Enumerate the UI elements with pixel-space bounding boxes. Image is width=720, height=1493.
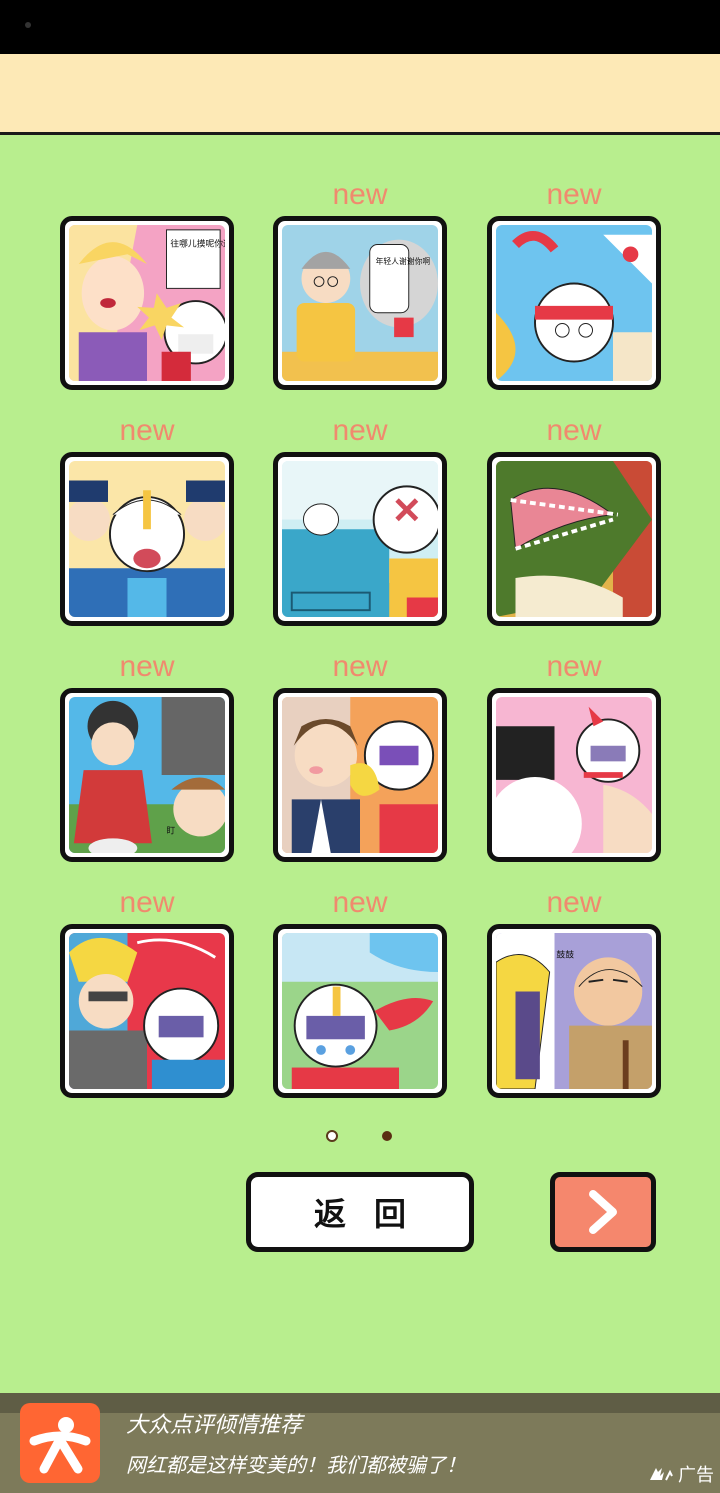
speech-bubble-2: 年轻人谢谢你啊 [376, 256, 431, 266]
comic-thumbnail-6 [496, 461, 652, 617]
speech-bubble-12: 鼓鼓 [556, 948, 574, 960]
level-card-3: new [487, 178, 661, 390]
comic-thumbnail-4 [69, 461, 225, 617]
new-badge: new [332, 178, 388, 211]
level-card-5: new [273, 414, 447, 626]
level-card-1: 往哪儿摸呢你这色狼 [60, 216, 234, 390]
level-card-2: new 年轻人谢谢你啊 [273, 178, 447, 390]
new-badge: new [332, 414, 388, 447]
new-badge: new [332, 886, 388, 919]
page-dot-1[interactable] [326, 1130, 338, 1142]
new-badge: new [119, 650, 175, 683]
level-card-8: new [273, 650, 447, 862]
level-card-7: new 盯 [60, 650, 234, 862]
comic-thumbnail-2: 年轻人谢谢你啊 [282, 225, 438, 381]
level-thumbnail-4[interactable] [60, 452, 234, 626]
new-badge: new [119, 414, 175, 447]
new-badge: new [546, 178, 602, 211]
back-button[interactable]: 返回 [246, 1172, 474, 1252]
new-badge: new [546, 414, 602, 447]
comic-thumbnail-3 [496, 225, 652, 381]
new-badge: new [332, 650, 388, 683]
new-badge: new [546, 886, 602, 919]
comic-thumbnail-8 [282, 697, 438, 853]
level-thumbnail-3[interactable] [487, 216, 661, 390]
level-select-screen: 往哪儿摸呢你这色狼 new 年轻人谢谢你啊 [0, 135, 720, 1393]
status-bar [0, 0, 720, 54]
page-dot-2-active[interactable] [382, 1131, 392, 1141]
new-badge: new [546, 650, 602, 683]
comic-thumbnail-11 [282, 933, 438, 1089]
level-thumbnail-6[interactable] [487, 452, 661, 626]
comic-thumbnail-12: 鼓鼓 [496, 933, 652, 1089]
comic-thumbnail-10 [69, 933, 225, 1089]
level-thumbnail-10[interactable] [60, 924, 234, 1098]
chevron-right-icon [589, 1190, 617, 1234]
level-card-6: new [487, 414, 661, 626]
ad-title[interactable]: 大众点评倾情推荐 [126, 1407, 302, 1439]
comic-thumbnail-9 [496, 697, 652, 853]
level-thumbnail-11[interactable] [273, 924, 447, 1098]
dianping-logo-icon[interactable] [20, 1403, 100, 1483]
ad-network-icon [650, 1468, 673, 1481]
next-page-button[interactable] [550, 1172, 656, 1252]
level-thumbnail-1[interactable]: 往哪儿摸呢你这色狼 [60, 216, 234, 390]
camera-dot [25, 22, 31, 28]
page-indicator [0, 1130, 720, 1150]
level-card-12: new 鼓鼓 [487, 886, 661, 1098]
level-card-10: new [60, 886, 234, 1098]
level-thumbnail-9[interactable] [487, 688, 661, 862]
level-card-9: new [487, 650, 661, 862]
new-badge: new [119, 886, 175, 919]
ad-badge-text: 广告 [678, 1465, 714, 1486]
level-card-4: new [60, 414, 234, 626]
ad-label: 广告 [648, 1461, 714, 1487]
comic-thumbnail-1: 往哪儿摸呢你这色狼 [69, 225, 225, 381]
comic-thumbnail-5 [282, 461, 438, 617]
ad-banner[interactable]: 大众点评倾情推荐 网红都是这样变美的！我们都被骗了！ 广告 [0, 1393, 720, 1493]
speech-bubble-1: 往哪儿摸呢你这色狼 [170, 237, 225, 249]
back-button-label: 返回 [313, 1195, 434, 1233]
ad-description[interactable]: 网红都是这样变美的！我们都被骗了！ [126, 1449, 466, 1478]
speech-bubble-7: 盯 [167, 826, 176, 837]
level-thumbnail-5[interactable] [273, 452, 447, 626]
level-thumbnail-7[interactable]: 盯 [60, 688, 234, 862]
level-thumbnail-8[interactable] [273, 688, 447, 862]
ad-divider [0, 1393, 720, 1413]
header-band [0, 54, 720, 135]
level-thumbnail-2[interactable]: 年轻人谢谢你啊 [273, 216, 447, 390]
comic-thumbnail-7: 盯 [69, 697, 225, 853]
level-card-11: new [273, 886, 447, 1098]
level-thumbnail-12[interactable]: 鼓鼓 [487, 924, 661, 1098]
